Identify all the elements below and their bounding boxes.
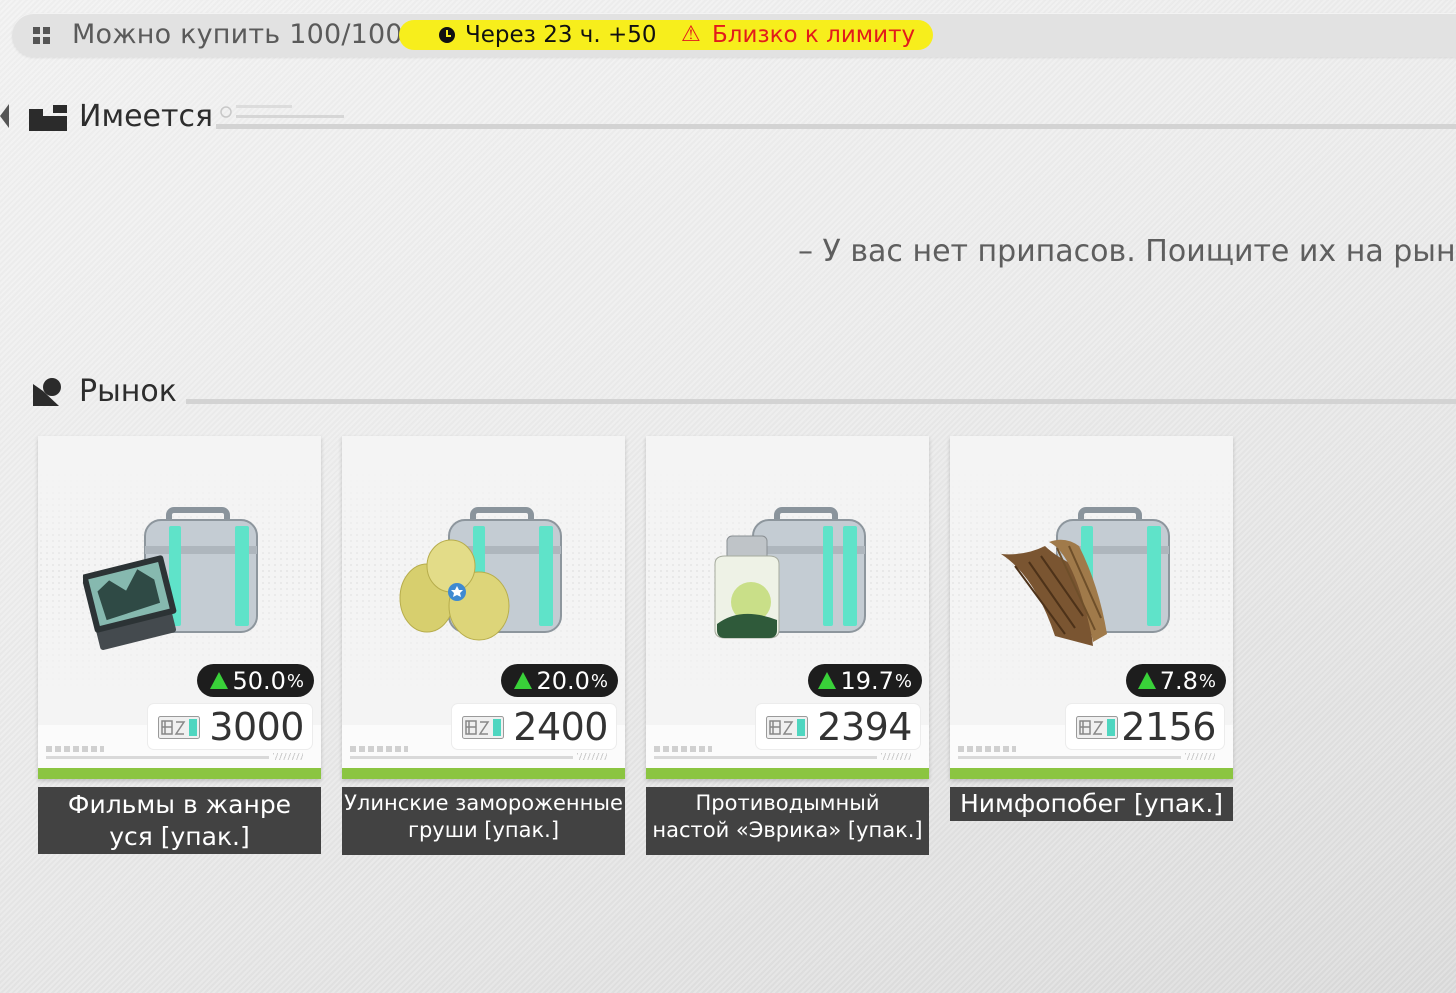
currency-ticket-icon bbox=[462, 716, 504, 739]
price-tag: 2156 bbox=[1066, 704, 1224, 749]
trend-up-icon bbox=[514, 672, 533, 689]
market-icon bbox=[33, 378, 61, 406]
header-decoration bbox=[220, 105, 344, 118]
price-value: 2400 bbox=[513, 705, 608, 749]
trend-up-icon bbox=[210, 672, 229, 689]
price-value: 2394 bbox=[817, 705, 912, 749]
warning-icon: ⚠ bbox=[681, 22, 701, 47]
trend-up-icon bbox=[818, 672, 837, 689]
price-change-value: 50.0 bbox=[232, 666, 286, 695]
price-value: 3000 bbox=[209, 705, 304, 749]
item-frame: 20.0 % 2400 bbox=[342, 436, 625, 779]
market-section-title: Рынок bbox=[79, 374, 177, 409]
inventory-icon bbox=[29, 105, 67, 131]
item-frame: 50.0 % 3000 bbox=[38, 436, 321, 779]
price-change-unit: % bbox=[590, 671, 608, 692]
rarity-bar bbox=[342, 768, 625, 779]
item-name: Нимфопобег [упак.] bbox=[950, 787, 1233, 821]
refresh-timer: Через 23 ч. +50 bbox=[465, 22, 657, 48]
rarity-bar bbox=[950, 768, 1233, 779]
rarity-bar bbox=[646, 768, 929, 779]
item-frame: 19.7 % 2394 bbox=[646, 436, 929, 779]
price-tag: 3000 bbox=[148, 704, 312, 749]
currency-ticket-icon bbox=[766, 716, 808, 739]
item-name: Противодымный настой «Эврика» [упак.] bbox=[646, 787, 929, 855]
grid-icon bbox=[33, 27, 50, 44]
currency-ticket-icon bbox=[1076, 716, 1118, 739]
currency-ticket-icon bbox=[158, 716, 200, 739]
frozen-pears-crate-icon bbox=[399, 507, 562, 641]
price-change-badge: 20.0 % bbox=[501, 664, 618, 697]
price-change-unit: % bbox=[286, 671, 304, 692]
trend-up-icon bbox=[1137, 672, 1156, 689]
market-item-card[interactable]: 7.8 % 2156 Нимфопобег [упак.] bbox=[950, 436, 1233, 821]
smoke-tonic-jar-crate-icon bbox=[714, 507, 866, 639]
purchase-count-label: Можно купить 100/100 bbox=[72, 19, 403, 50]
limit-status-pill: Через 23 ч. +50 ⚠ Близко к лимиту bbox=[399, 20, 933, 50]
price-value: 2156 bbox=[1121, 705, 1216, 749]
market-item-card[interactable]: 50.0 % 3000 Фильмы в жанре уся [упак.] bbox=[38, 436, 321, 854]
market-item-card[interactable]: 20.0 % 2400 Улинские замороженные груши … bbox=[342, 436, 625, 855]
item-frame: 7.8 % 2156 bbox=[950, 436, 1233, 779]
price-tag: 2400 bbox=[452, 704, 616, 749]
price-change-value: 7.8 bbox=[1159, 666, 1198, 695]
price-change-badge: 19.7 % bbox=[808, 664, 922, 697]
owned-section-title: Имеется bbox=[79, 99, 214, 134]
price-change-badge: 7.8 % bbox=[1126, 664, 1226, 697]
limit-warning: Близко к лимиту bbox=[712, 22, 916, 48]
market-item-card[interactable]: 19.7 % 2394 Противодымный настой «Эврика… bbox=[646, 436, 929, 855]
price-change-value: 20.0 bbox=[536, 666, 590, 695]
bamboo-shoot-crate-icon bbox=[1001, 507, 1170, 646]
price-change-unit: % bbox=[894, 671, 912, 692]
item-name: Фильмы в жанре уся [упак.] bbox=[38, 787, 321, 854]
section-divider bbox=[216, 124, 1456, 129]
empty-inventory-message: – У вас нет припасов. Поищите их на рынк… bbox=[798, 234, 1456, 269]
price-tag: 2394 bbox=[756, 704, 920, 749]
price-change-unit: % bbox=[1198, 671, 1216, 692]
purchase-limit-bar: Можно купить 100/100 Через 23 ч. +50 ⚠ Б… bbox=[12, 13, 1456, 57]
film-reels-crate-icon bbox=[83, 507, 258, 650]
back-arrow-icon[interactable] bbox=[0, 104, 9, 128]
price-change-badge: 50.0 % bbox=[197, 664, 314, 697]
item-name: Улинские замороженные груши [упак.] bbox=[342, 787, 625, 855]
rarity-bar bbox=[38, 768, 321, 779]
section-divider bbox=[186, 399, 1456, 404]
price-change-value: 19.7 bbox=[840, 666, 894, 695]
clock-icon bbox=[439, 27, 455, 43]
